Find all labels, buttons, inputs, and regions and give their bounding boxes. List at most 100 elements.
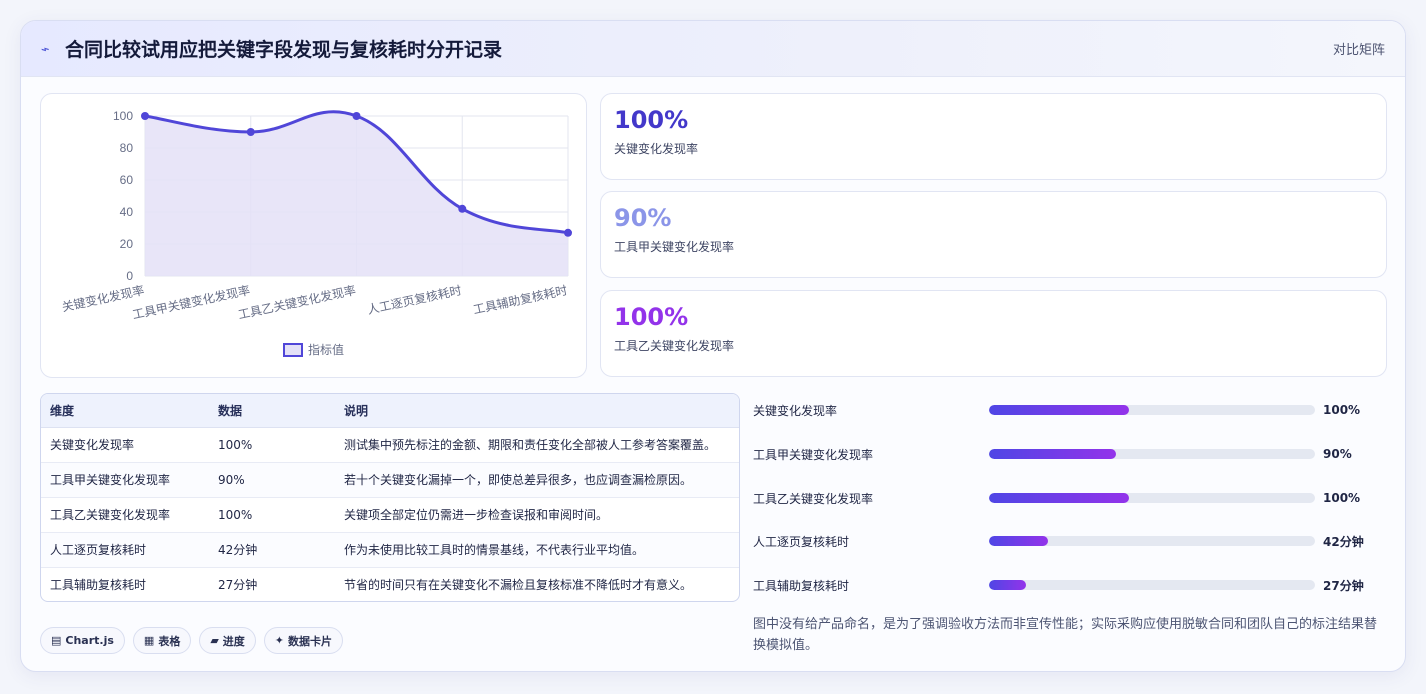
chip-chartjs[interactable]: ▤ Chart.js — [40, 627, 125, 654]
cell-data: 100% — [209, 497, 335, 533]
y-tick-label: 80 — [120, 141, 134, 155]
page-title: 合同比较试用应把关键字段发现与复核耗时分开记录 — [65, 39, 503, 61]
progress-label: 工具乙关键变化发现率 — [753, 491, 874, 506]
progress-list: 关键变化发现率 100% 工具甲关键变化发现率 90% 工具乙关键变化发现率 1… — [753, 393, 1393, 613]
progress-fill — [989, 580, 1027, 590]
progress-label: 工具甲关键变化发现率 — [753, 447, 874, 462]
chip-data-cards[interactable]: ✦ 数据卡片 — [263, 627, 344, 654]
cell-description: 测试集中预先标注的金额、期限和责任变化全部被人工参考答案覆盖。 — [335, 427, 739, 463]
progress-track — [989, 580, 1315, 590]
progress-value: 42分钟 — [1323, 534, 1364, 549]
progress-track — [989, 493, 1315, 503]
metric-card-3: 100% 工具乙关键变化发现率 — [600, 290, 1387, 377]
chip-label: 进度 — [222, 634, 245, 648]
table-row: 关键变化发现率 100% 测试集中预先标注的金额、期限和责任变化全部被人工参考答… — [41, 427, 739, 463]
data-point — [246, 128, 255, 136]
progress-track — [989, 536, 1315, 546]
cell-description: 节省的时间只有在关键变化不漏检且复核标准不降低时才有意义。 — [344, 578, 693, 593]
x-tick-label: 工具乙关键变化发现率 — [237, 282, 358, 322]
y-tick-label: 60 — [120, 173, 134, 187]
progress-value: 100% — [1323, 491, 1361, 505]
cell-data: 42分钟 — [209, 532, 335, 568]
data-point — [564, 228, 572, 237]
main-card: ⌁ 合同比较试用应把关键字段发现与复核耗时分开记录 对比矩阵 0 20 40 60 80… — [20, 20, 1406, 672]
cell-dimension: 工具辅助复核耗时 — [50, 578, 147, 593]
legend-swatch — [283, 343, 303, 357]
metric-card-1: 100% 关键变化发现率 — [600, 93, 1387, 180]
cell-dimension: 关键变化发现率 — [41, 427, 209, 463]
progress-row: 工具甲关键变化发现率 90% — [753, 444, 1393, 464]
metric-label-1: 关键变化发现率 — [614, 142, 699, 156]
progress-fill — [989, 536, 1048, 546]
metric-card-2: 90% 工具甲关键变化发现率 — [600, 191, 1387, 278]
x-tick-label: 工具辅助复核耗时 — [472, 283, 569, 317]
table-icon: ▦ — [143, 634, 155, 647]
x-tick-label: 人工逐页复核耗时 — [366, 283, 463, 317]
chart-icon: ▤ — [51, 634, 62, 647]
progress-label: 人工逐页复核耗时 — [753, 534, 850, 549]
cell-data: 100% — [209, 427, 335, 463]
chip-bar: ▤ Chart.js ▦ 表格 ▰ 进度 ✦ 数据卡片 — [40, 627, 344, 654]
footnote: 图中没有给产品命名，是为了强调验收方法而非宣传性能；实际采购应使用脱敏合同和团队… — [753, 617, 1378, 653]
cell-data: 90% — [209, 462, 335, 498]
column-header-dimension: 维度 — [41, 394, 209, 428]
progress-row: 工具辅助复核耗时 27分钟 — [753, 575, 1393, 595]
y-tick-label: 100 — [113, 109, 133, 123]
progress-label: 工具辅助复核耗时 — [753, 578, 850, 593]
progress-value: 100% — [1323, 403, 1361, 417]
progress-value: 27分钟 — [1323, 578, 1364, 593]
compare-matrix-link[interactable]: 对比矩阵 — [1333, 39, 1385, 58]
cell-description: 若十个关键变化漏掉一个，即使总差异很多，也应调查漏检原因。 — [335, 462, 739, 498]
cell-dimension: 工具乙关键变化发现率 — [41, 497, 209, 533]
cell-description: 作为未使用比较工具时的情景基线，不代表行业平均值。 — [335, 532, 739, 568]
line-chart-svg: 020406080100关键变化发现率工具甲关键变化发现率工具乙关键变化发现率人… — [60, 109, 572, 357]
progress-fill — [989, 449, 1117, 459]
metric-value-3: 100% — [614, 303, 689, 331]
metric-label-2: 工具甲关键变化发现率 — [614, 240, 735, 254]
data-point — [141, 112, 149, 120]
sparkle-icon: ✦ — [274, 634, 285, 647]
header: ⌁ 合同比较试用应把关键字段发现与复核耗时分开记录 对比矩阵 — [21, 21, 1405, 77]
x-tick-label: 工具甲关键变化发现率 — [131, 282, 252, 322]
progress-row: 关键变化发现率 100% — [753, 400, 1393, 420]
cell-description: 关键项全部定位仍需进一步检查误报和审阅时间。 — [335, 497, 739, 533]
table-row: 工具乙关键变化发现率 100% 关键项全部定位仍需进一步检查误报和审阅时间。 — [41, 497, 739, 533]
chip-table[interactable]: ▦ 表格 — [132, 627, 192, 654]
data-point — [458, 204, 467, 213]
y-tick-label: 0 — [126, 269, 133, 283]
progress-row: 人工逐页复核耗时 42分钟 — [753, 531, 1393, 551]
data-point — [352, 112, 361, 120]
data-table: 维度 数据 说明 关键变化发现率 100% 测试集中预先标注的金额、期限和责任变… — [40, 393, 740, 602]
legend-label: 指标值 — [308, 342, 344, 357]
chip-label: 数据卡片 — [288, 634, 333, 648]
table-row: 人工逐页复核耗时 42分钟 作为未使用比较工具时的情景基线，不代表行业平均值。 — [41, 532, 739, 568]
progress-track — [989, 405, 1315, 415]
line-chart: 0 20 40 60 80 100 关键变化发现率 工具甲关键变化发现率 工具乙关键变化发现率人… — [40, 93, 587, 378]
progress-track — [989, 449, 1315, 459]
chip-progress[interactable]: ▰ 进度 — [199, 627, 256, 654]
metric-label-3: 工具乙关键变化发现率 — [614, 339, 735, 353]
table-header-row: 维度 数据 说明 — [41, 394, 739, 428]
cell-dimension: 工具甲关键变化发现率 — [41, 462, 209, 498]
progress-row: 工具乙关键变化发现率 100% — [753, 488, 1393, 508]
chip-label: Chart.js — [65, 634, 114, 647]
y-tick-label: 40 — [120, 205, 134, 219]
progress-icon: ▰ — [210, 634, 219, 647]
column-header-description: 说明 — [335, 394, 739, 428]
progress-label: 关键变化发现率 — [753, 403, 838, 418]
progress-value: 90% — [1323, 447, 1352, 461]
pulse-icon: ⌁ — [39, 40, 52, 59]
metric-value-1: 100% — [614, 106, 689, 134]
metric-value-2: 90% — [614, 204, 672, 232]
table-row: 工具甲关键变化发现率 90% 若十个关键变化漏掉一个，即使总差异很多，也应调查漏… — [41, 462, 739, 498]
table-row: 工具辅助复核耗时 27分钟 节省的时间只有在关键变化不漏检且复核标准不降低时才有… — [41, 567, 739, 601]
column-header-data: 数据 — [209, 394, 335, 428]
cell-data: 27分钟 — [218, 578, 258, 593]
title-wrap: ⌁ 合同比较试用应把关键字段发现与复核耗时分开记录 — [39, 35, 503, 62]
area-fill — [145, 111, 568, 276]
y-tick-label: 20 — [120, 237, 134, 251]
cell-dimension: 人工逐页复核耗时 — [41, 532, 209, 568]
progress-fill — [989, 405, 1130, 415]
chip-label: 表格 — [158, 634, 181, 648]
progress-fill — [989, 493, 1130, 503]
